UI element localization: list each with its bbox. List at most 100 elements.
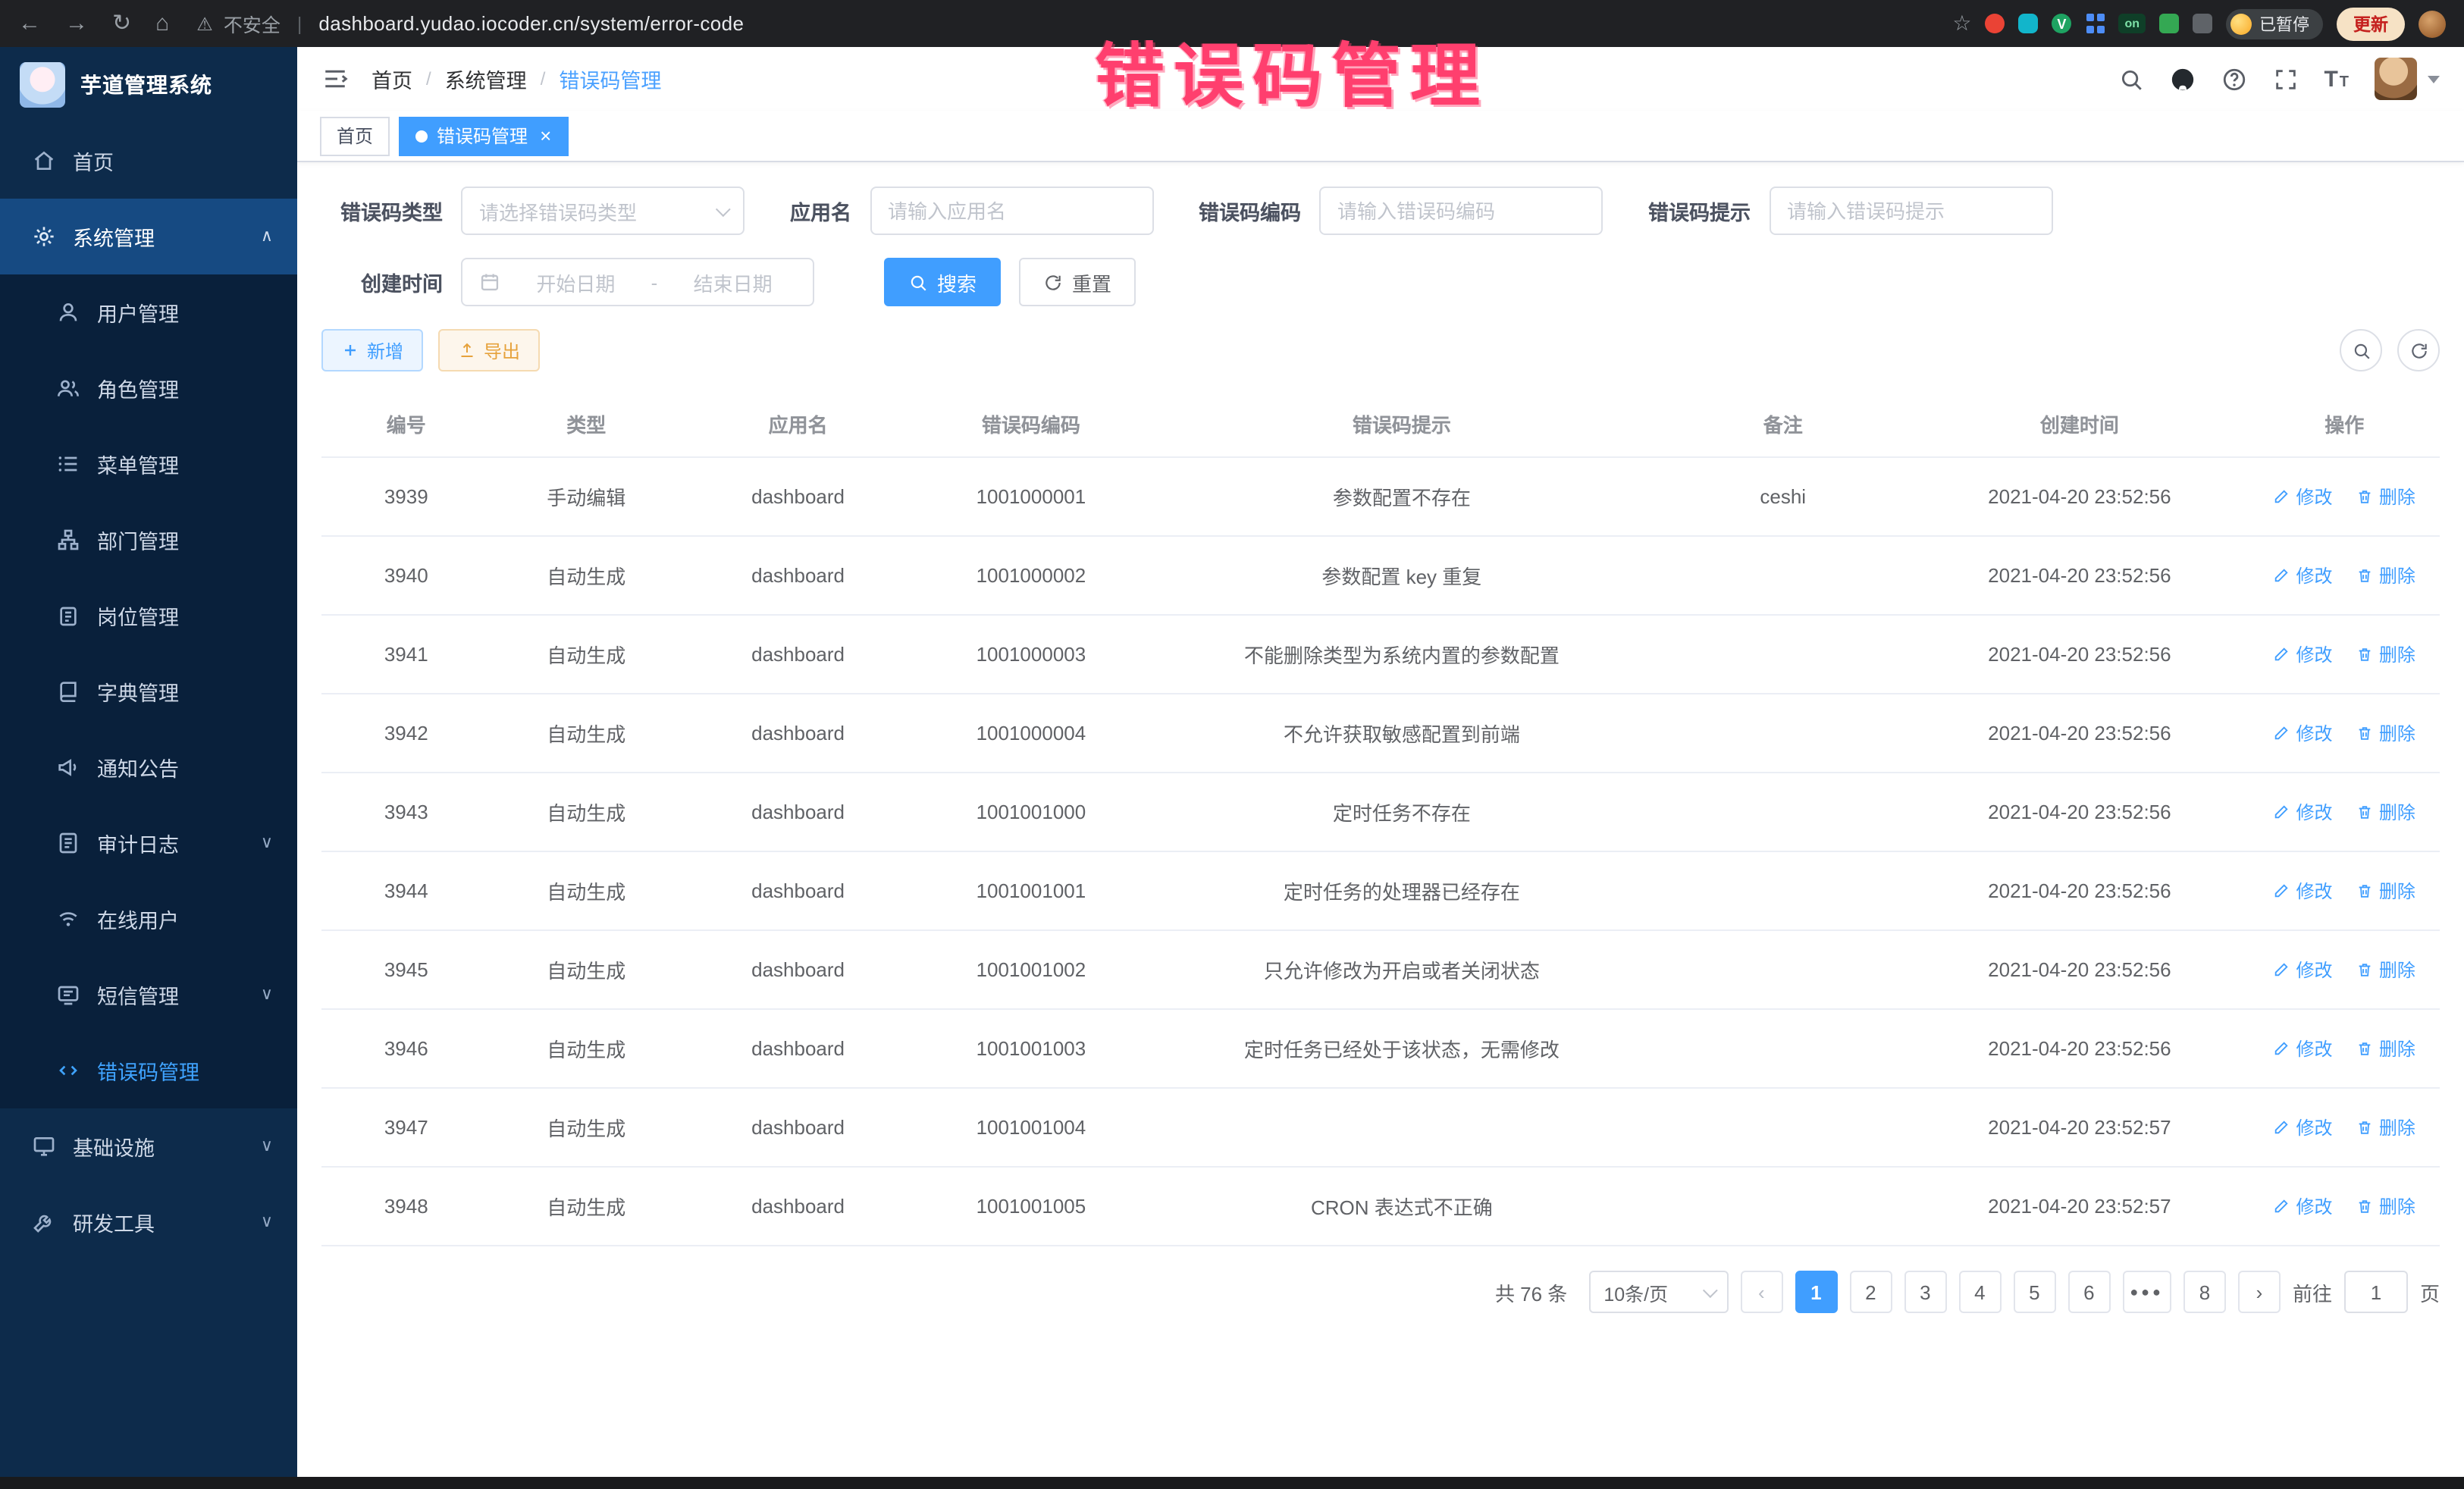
chevron-down-icon: ∨ <box>261 835 273 851</box>
tab-home[interactable]: 首页 <box>320 116 390 155</box>
delete-link[interactable]: 删除 <box>2356 799 2415 825</box>
sidebar-item-role-management[interactable]: 角色管理 <box>0 350 297 426</box>
edit-link[interactable]: 修改 <box>2274 484 2333 509</box>
cell-msg: 不能删除类型为系统内置的参数配置 <box>1148 615 1657 694</box>
next-page-button[interactable]: › <box>2238 1271 2281 1313</box>
page-button-2[interactable]: 2 <box>1849 1271 1892 1313</box>
select-placeholder: 请选择错误码类型 <box>479 196 637 225</box>
edit-icon <box>2274 725 2290 741</box>
page-button-1[interactable]: 1 <box>1795 1271 1837 1313</box>
sidebar-item-error-code-management[interactable]: 错误码管理 <box>0 1033 297 1108</box>
search-icon <box>908 272 928 292</box>
sidebar-item-infrastructure[interactable]: 基础设施 ∨ <box>0 1108 297 1184</box>
page-button-4[interactable]: 4 <box>1958 1271 2001 1313</box>
edit-link[interactable]: 修改 <box>2274 720 2333 746</box>
tab-close-icon[interactable]: × <box>540 126 551 146</box>
app-name-input[interactable] <box>870 187 1153 235</box>
sidebar-item-user-management[interactable]: 用户管理 <box>0 274 297 350</box>
delete-link[interactable]: 删除 <box>2356 1114 2415 1140</box>
app-logo[interactable]: 芋道管理系统 <box>0 47 297 123</box>
sidebar-item-dev-tools[interactable]: 研发工具 ∨ <box>0 1184 297 1260</box>
extension-icon-green-v[interactable]: V <box>2052 14 2071 33</box>
delete-link[interactable]: 删除 <box>2356 1193 2415 1219</box>
cell-remark <box>1656 1088 1910 1167</box>
font-size-icon[interactable]: TT <box>2324 67 2349 90</box>
extension-icon-on-badge[interactable]: on <box>2118 14 2146 33</box>
reset-button[interactable]: 重置 <box>1019 258 1136 306</box>
breadcrumb-home[interactable]: 首页 <box>371 64 412 94</box>
toggle-search-button[interactable] <box>2340 329 2382 371</box>
sidebar-item-notice[interactable]: 通知公告 <box>0 729 297 805</box>
error-type-select[interactable]: 请选择错误码类型 <box>461 187 745 235</box>
edit-link[interactable]: 修改 <box>2274 1036 2333 1061</box>
delete-link[interactable]: 删除 <box>2356 878 2415 904</box>
extension-icon-red[interactable] <box>1985 14 2005 33</box>
page-button-5[interactable]: 5 <box>2013 1271 2055 1313</box>
sidebar-item-online-users[interactable]: 在线用户 <box>0 881 297 957</box>
search-button[interactable]: 搜索 <box>884 258 1001 306</box>
error-code-input[interactable] <box>1319 187 1603 235</box>
more-pages-icon[interactable]: ●●● <box>2122 1271 2171 1313</box>
sidebar-item-home[interactable]: 首页 <box>0 123 297 199</box>
edit-link[interactable]: 修改 <box>2274 1114 2333 1140</box>
delete-link[interactable]: 删除 <box>2356 957 2415 983</box>
sidebar-collapse-button[interactable] <box>321 65 349 92</box>
reload-icon[interactable]: ↻ <box>112 12 131 35</box>
user-avatar-menu[interactable] <box>2375 58 2440 100</box>
goto-page-input[interactable] <box>2344 1271 2408 1313</box>
delete-link[interactable]: 删除 <box>2356 484 2415 509</box>
extension-icon-leaf[interactable] <box>2159 14 2179 33</box>
delete-link[interactable]: 删除 <box>2356 1036 2415 1061</box>
date-end-placeholder: 结束日期 <box>669 268 796 296</box>
edit-link[interactable]: 修改 <box>2274 1193 2333 1219</box>
refresh-table-button[interactable] <box>2397 329 2440 371</box>
extensions-puzzle-icon[interactable] <box>2193 14 2212 33</box>
security-label: 不安全 <box>224 9 281 38</box>
create-time-range-picker[interactable]: 开始日期 - 结束日期 <box>461 258 814 306</box>
sidebar-item-dept-management[interactable]: 部门管理 <box>0 502 297 578</box>
sidebar-item-post-management[interactable]: 岗位管理 <box>0 578 297 654</box>
sidebar-item-audit-log[interactable]: 审计日志 ∨ <box>0 805 297 881</box>
extension-icon-teal[interactable] <box>2018 14 2038 33</box>
delete-link[interactable]: 删除 <box>2356 641 2415 667</box>
tab-error-code[interactable]: 错误码管理 × <box>399 116 568 155</box>
browser-update-button[interactable]: 更新 <box>2337 7 2405 40</box>
page-button-8[interactable]: 8 <box>2183 1271 2226 1313</box>
edit-link[interactable]: 修改 <box>2274 563 2333 588</box>
edit-link[interactable]: 修改 <box>2274 878 2333 904</box>
fullscreen-icon[interactable] <box>2272 66 2298 92</box>
address-bar[interactable]: ⚠ 不安全 | dashboard.yudao.iocoder.cn/syste… <box>196 9 744 38</box>
table-header-row: 编号 类型 应用名 错误码编码 错误码提示 备注 创建时间 操作 <box>321 391 2440 457</box>
forward-icon[interactable]: → <box>65 12 88 35</box>
home-icon[interactable]: ⌂ <box>155 12 169 35</box>
github-icon[interactable] <box>2169 66 2195 92</box>
page-button-3[interactable]: 3 <box>1904 1271 1946 1313</box>
delete-link[interactable]: 删除 <box>2356 720 2415 746</box>
breadcrumb-system[interactable]: 系统管理 <box>445 64 527 94</box>
add-button[interactable]: 新增 <box>321 329 423 371</box>
delete-link[interactable]: 删除 <box>2356 563 2415 588</box>
header-search-icon[interactable] <box>2118 66 2143 92</box>
paused-badge[interactable]: 已暂停 <box>2226 8 2323 39</box>
page-size-select[interactable]: 10条/页 <box>1588 1271 1728 1313</box>
bookmark-star-icon[interactable]: ☆ <box>1952 11 1971 36</box>
edit-link[interactable]: 修改 <box>2274 641 2333 667</box>
edit-link[interactable]: 修改 <box>2274 957 2333 983</box>
edit-link[interactable]: 修改 <box>2274 799 2333 825</box>
help-icon[interactable] <box>2221 66 2246 92</box>
sidebar-item-system-management[interactable]: 系统管理 ∧ <box>0 199 297 274</box>
cell-remark <box>1656 773 1910 851</box>
extension-icon-grid[interactable] <box>2085 14 2105 33</box>
back-icon[interactable]: ← <box>18 12 41 35</box>
export-button[interactable]: 导出 <box>438 329 540 371</box>
prev-page-button[interactable]: ‹ <box>1740 1271 1782 1313</box>
cell-time: 2021-04-20 23:52:56 <box>1910 615 2249 694</box>
sidebar-item-dict-management[interactable]: 字典管理 <box>0 654 297 729</box>
error-msg-input[interactable] <box>1769 187 2052 235</box>
cell-id: 3939 <box>321 457 491 536</box>
browser-profile-avatar[interactable] <box>2419 10 2446 37</box>
cell-code: 1001000002 <box>914 536 1147 615</box>
sidebar-item-menu-management[interactable]: 菜单管理 <box>0 426 297 502</box>
sidebar-item-sms-management[interactable]: 短信管理 ∨ <box>0 957 297 1033</box>
page-button-6[interactable]: 6 <box>2067 1271 2110 1313</box>
